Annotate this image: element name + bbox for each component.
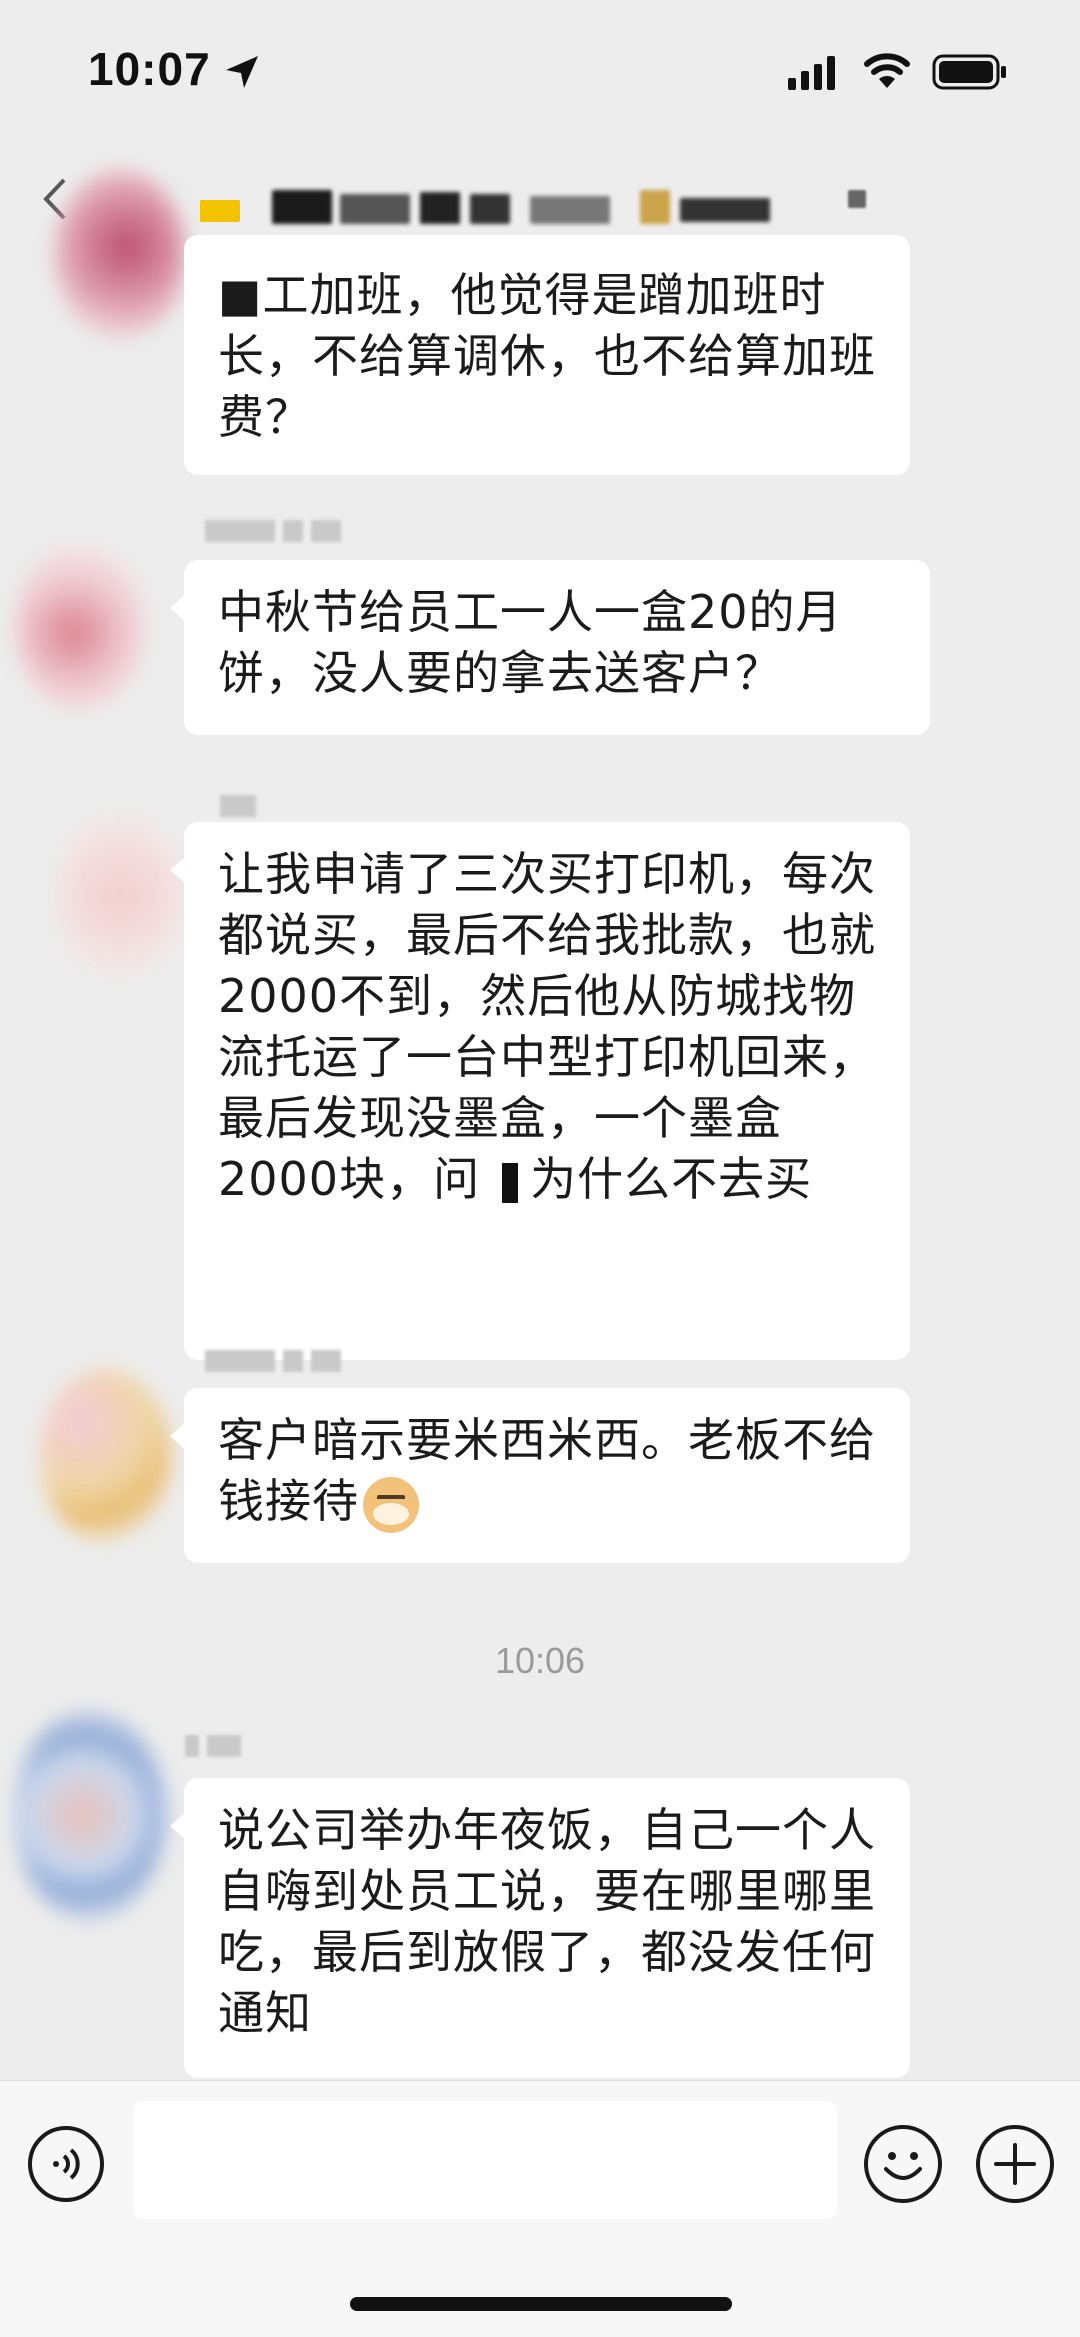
status-bar: 10:07 — [0, 0, 1080, 150]
more-options-button[interactable] — [976, 2125, 1054, 2203]
battery-icon — [932, 54, 1006, 90]
message-bubble[interactable]: 中秋节给员工一人一盒20的月饼，没人要的拿去送客户？ — [170, 560, 930, 735]
wifi-icon — [864, 53, 910, 88]
location-arrow-icon — [226, 56, 258, 88]
message-text: ■工加班，他觉得是蹭加班时长，不给算调休，也不给算加班费？ — [218, 268, 876, 444]
message-text: 说公司举办年夜饭，自己一个人自嗨到处员工说，要在哪里哪里吃，最后到放假了，都没发… — [218, 1803, 876, 2040]
message-text: 中秋节给员工一人一盒20的月饼，没人要的拿去送客户？ — [218, 585, 843, 700]
avatar[interactable] — [55, 810, 185, 980]
sender-name-redacted — [205, 1350, 349, 1378]
home-indicator — [350, 2297, 732, 2311]
avatar[interactable] — [40, 1370, 170, 1540]
message-bubble[interactable]: 说公司举办年夜饭，自己一个人自嗨到处员工说，要在哪里哪里吃，最后到放假了，都没发… — [170, 1778, 910, 2078]
voice-input-button[interactable] — [28, 2126, 104, 2202]
time-divider: 10:06 — [494, 1640, 586, 1681]
sender-name-redacted — [205, 520, 349, 548]
cellular-signal-icon — [788, 56, 835, 90]
sender-name-redacted — [185, 1735, 249, 1763]
message-input[interactable] — [133, 2101, 837, 2219]
voice-icon — [53, 2148, 80, 2180]
plus-icon — [994, 2143, 1036, 2185]
avatar[interactable] — [15, 540, 145, 710]
avatar[interactable] — [15, 1710, 165, 1920]
smiley-icon — [884, 2152, 922, 2180]
chat-messages[interactable]: ■工加班，他觉得是蹭加班时长，不给算调休，也不给算加班费？ 中秋节给员工一人一盒… — [0, 170, 1080, 2080]
doge-emoji-icon — [363, 1476, 419, 1533]
message-bubble[interactable]: ■工加班，他觉得是蹭加班时长，不给算调休，也不给算加班费？ — [184, 235, 910, 475]
emoji-button[interactable] — [864, 2125, 942, 2203]
message-bubble[interactable]: 客户暗示要米西米西。老板不给钱接待 — [170, 1388, 910, 1563]
message-text: 客户暗示要米西米西。老板不给钱接待 — [218, 1413, 876, 1528]
message-bubble[interactable]: 让我申请了三次买打印机，每次都说买，最后不给我批款，也就2000不到，然后他从防… — [170, 822, 910, 1360]
sender-name-redacted — [220, 795, 264, 823]
chat-title-redacted — [200, 190, 880, 230]
avatar[interactable] — [55, 170, 185, 340]
message-text: 为什么不去买 — [530, 1152, 813, 1206]
redaction-mark — [480, 1162, 530, 1203]
status-time: 10:07 — [88, 43, 211, 95]
